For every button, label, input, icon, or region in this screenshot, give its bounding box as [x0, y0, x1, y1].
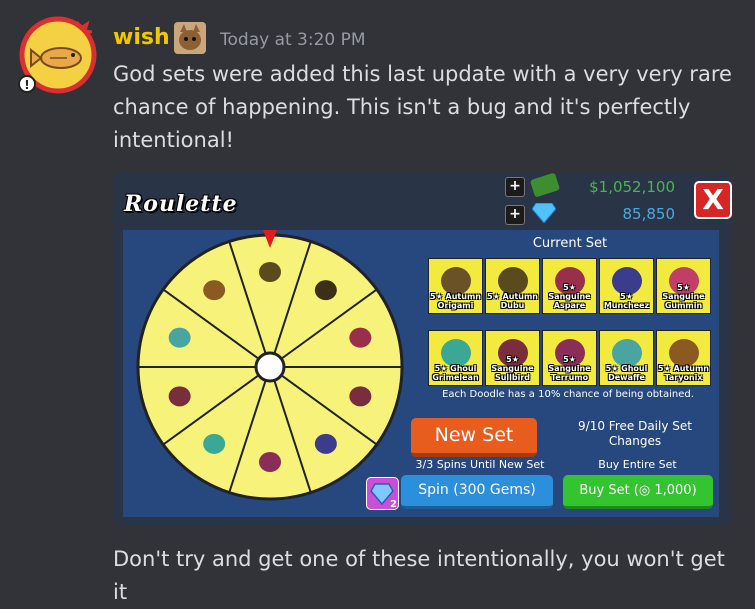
doodle-card[interactable]: 5★ Sanguine Sullbird	[485, 330, 540, 386]
wheel-doodle-icon	[203, 433, 226, 454]
doodle-card[interactable]: 5★ Autumn Taryonix	[656, 330, 711, 386]
close-button[interactable]: X	[694, 181, 732, 219]
doodle-card[interactable]: 5★ Ghoul Grimelean	[428, 330, 483, 386]
roulette-title: Roulette	[124, 191, 238, 217]
username[interactable]: wish	[113, 25, 170, 50]
wheel-doodle-icon	[259, 262, 281, 282]
diamond-icon	[531, 202, 557, 224]
doodle-card[interactable]: 5★ Ghoul Dewaffe	[599, 330, 654, 386]
wheel-doodle-icon	[259, 452, 281, 472]
gem-badge-count: 2	[390, 499, 397, 509]
wheel-doodle-icon	[203, 280, 226, 301]
message-text: God sets were added this last update wit…	[113, 62, 732, 152]
doodle-icon	[441, 339, 471, 367]
gem-badge-icon[interactable]: 2	[366, 477, 399, 510]
new-set-button[interactable]: New Set	[411, 418, 537, 457]
spin-button[interactable]: Spin (300 Gems)	[401, 475, 553, 509]
doodle-icon	[441, 267, 471, 295]
doodle-card-label: 5★ Ghoul Grimelean	[432, 364, 479, 382]
doodle-icon	[612, 267, 642, 295]
doodle-card[interactable]: 5★ Autumn Dubu	[485, 258, 540, 314]
money-amount: $1,052,100	[589, 178, 675, 196]
wheel-doodle-icon	[168, 327, 191, 348]
doodle-card[interactable]: 5★ Autumn Origami	[428, 258, 483, 314]
doodle-card-label: 5★ Autumn Taryonix	[658, 364, 709, 382]
svg-text:!: !	[24, 78, 29, 92]
doodle-card[interactable]: 5★ Sanguine Gummin	[656, 258, 711, 314]
wheel-doodle-icon	[314, 280, 337, 301]
roulette-wheel[interactable]	[131, 228, 409, 506]
current-set-title: Current Set	[532, 236, 608, 251]
doodle-card-label: 5★ Sanguine Sullbird	[491, 355, 534, 382]
spins-until-new-set: 3/3 Spins Until New Set	[415, 458, 545, 471]
add-money-button[interactable]: +	[505, 177, 525, 197]
user-avatar[interactable]: !	[17, 14, 99, 96]
doodle-card[interactable]: 5★ Muncheez	[599, 258, 654, 314]
add-gems-button[interactable]: +	[505, 205, 525, 225]
doodle-card-label: 5★ Sanguine Terrumo	[548, 355, 591, 382]
chance-text: Each Doodle has a 10% chance of being ob…	[442, 389, 694, 400]
doodle-card[interactable]: 5★ Sanguine Terrumo	[542, 330, 597, 386]
buy-entire-set-label: Buy Entire Set	[598, 458, 677, 471]
wheel-doodle-icon	[168, 386, 191, 407]
doodle-icon	[612, 339, 642, 367]
buy-set-button[interactable]: Buy Set (◎ 1,000)	[563, 475, 713, 509]
doodle-card-label: 5★ Ghoul Dewaffe	[605, 364, 648, 382]
doodle-card-label: 5★ Sanguine Aspare	[548, 283, 591, 310]
wheel-doodle-icon	[349, 386, 372, 407]
followup-message-text: Don't try and get one of these intention…	[113, 547, 725, 604]
doodle-card-label: 5★ Autumn Dubu	[487, 292, 538, 310]
free-daily-set-changes: 9/10 Free Daily Set Changes	[578, 419, 692, 448]
doodle-card-label: 5★ Autumn Origami	[430, 292, 481, 310]
doodle-card-label: 5★ Muncheez	[603, 292, 650, 310]
gems-amount: 85,850	[622, 205, 676, 223]
cat-badge-icon	[174, 22, 206, 54]
doodle-card-label: 5★ Sanguine Gummin	[662, 283, 705, 310]
wheel-doodle-icon	[349, 327, 372, 348]
wheel-doodle-icon	[314, 433, 337, 454]
doodle-icon	[498, 267, 528, 295]
doodle-card[interactable]: 5★ Sanguine Aspare	[542, 258, 597, 314]
doodle-icon	[669, 339, 699, 367]
message-timestamp: Today at 3:20 PM	[220, 30, 366, 50]
